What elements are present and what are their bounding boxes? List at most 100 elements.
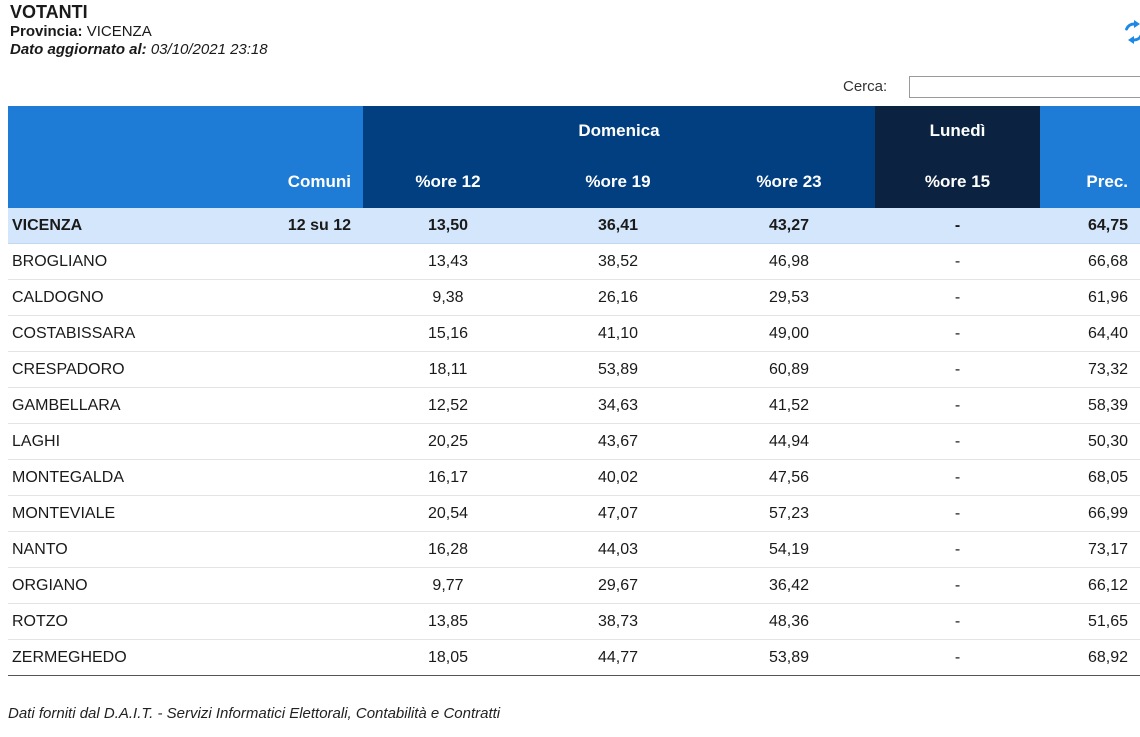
group-header-lunedi: Lunedì [875,106,1041,156]
province-label: Provincia: [10,23,83,40]
cell-name: CALDOGNO [8,279,233,316]
cell-ore19: 43,67 [533,423,703,460]
cell-ore23: 29,53 [703,279,876,316]
cell-ore12: 20,25 [363,423,533,460]
cell-ore15: - [875,315,1041,352]
cell-ore19: 47,07 [533,495,703,532]
cell-comuni [233,351,363,388]
cell-ore12: 16,17 [363,459,533,496]
cell-name: ROTZO [8,603,233,640]
col-header-ore15[interactable]: %ore 15 [875,156,1041,208]
cell-name: ORGIANO [8,567,233,604]
col-header-name[interactable] [8,156,233,208]
cell-comuni [233,639,363,676]
cell-prec: 66,68 [1040,243,1140,280]
voters-table: Domenica Lunedì Comuni %ore 12 %ore 19 %… [8,106,1140,676]
cell-ore19: 40,02 [533,459,703,496]
cell-ore23: 43,27 [703,208,876,244]
province-value: VICENZA [82,23,152,40]
table-row: COSTABISSARA 15,16 41,10 49,00-64,40 [8,315,1140,352]
cell-ore19: 53,89 [533,351,703,388]
table-row: CRESPADORO 18,11 53,89 60,89-73,32 [8,351,1140,388]
col-header-comuni[interactable]: Comuni [233,156,363,208]
table-row: NANTO 16,28 44,03 54,19-73,17 [8,531,1140,568]
group-header-row: Domenica Lunedì [8,106,1140,156]
search-bar: Cerca: [843,76,1140,98]
cell-ore15: - [875,531,1041,568]
cell-comuni [233,279,363,316]
col-header-ore23[interactable]: %ore 23 [703,156,876,208]
footer-note: Dati forniti dal D.A.I.T. - Servizi Info… [8,705,501,722]
table-row: MONTEGALDA 16,17 40,02 47,56-68,05 [8,459,1140,496]
page-header: VOTANTI Provincia: VICENZA Dato aggiorna… [10,2,268,59]
cell-prec: 66,99 [1040,495,1140,532]
cell-ore12: 13,85 [363,603,533,640]
cell-ore23: 36,42 [703,567,876,604]
cell-name: NANTO [8,531,233,568]
cell-name: CRESPADORO [8,351,233,388]
cell-ore19: 44,77 [533,639,703,676]
cell-ore12: 13,43 [363,243,533,280]
table-row: LAGHI 20,25 43,67 44,94-50,30 [8,423,1140,460]
cell-ore19: 36,41 [533,208,703,244]
cell-ore23: 41,52 [703,387,876,424]
cell-prec: 68,05 [1040,459,1140,496]
cell-ore19: 44,03 [533,531,703,568]
cell-ore23: 47,56 [703,459,876,496]
col-header-ore12[interactable]: %ore 12 [363,156,533,208]
cell-comuni [233,315,363,352]
table-row: CALDOGNO 9,38 26,16 29,53-61,96 [8,279,1140,316]
cell-ore15: - [875,459,1041,496]
table-row: GAMBELLARA 12,52 34,63 41,52-58,39 [8,387,1140,424]
search-label: Cerca: [843,78,888,95]
cell-ore12: 15,16 [363,315,533,352]
cell-ore19: 41,10 [533,315,703,352]
cell-ore23: 48,36 [703,603,876,640]
update-value: 03/10/2021 23:18 [146,41,268,58]
cell-ore15: - [875,495,1041,532]
table-row: ZERMEGHEDO 18,05 44,77 53,89-68,92 [8,639,1140,676]
cell-prec: 50,30 [1040,423,1140,460]
search-input[interactable] [909,76,1140,98]
refresh-icon[interactable] [1122,20,1140,44]
cell-prec: 64,40 [1040,315,1140,352]
table-row: BROGLIANO 13,43 38,52 46,98-66,68 [8,243,1140,280]
cell-ore12: 20,54 [363,495,533,532]
cell-ore15: - [875,639,1041,676]
cell-ore12: 18,11 [363,351,533,388]
cell-prec: 61,96 [1040,279,1140,316]
cell-ore15: - [875,243,1041,280]
table-row: ROTZO 13,85 38,73 48,36-51,65 [8,603,1140,640]
cell-prec: 73,32 [1040,351,1140,388]
cell-ore23: 54,19 [703,531,876,568]
cell-comuni [233,603,363,640]
cell-ore15: - [875,387,1041,424]
cell-prec: 64,75 [1040,208,1140,244]
cell-prec: 51,65 [1040,603,1140,640]
cell-ore19: 29,67 [533,567,703,604]
update-label: Dato aggiornato al: [10,41,147,58]
cell-comuni [233,531,363,568]
cell-ore15: - [875,351,1041,388]
cell-name: ZERMEGHEDO [8,639,233,676]
cell-ore15: - [875,208,1041,244]
cell-comuni [233,243,363,280]
cell-prec: 66,12 [1040,567,1140,604]
cell-ore23: 57,23 [703,495,876,532]
cell-ore15: - [875,603,1041,640]
cell-ore12: 12,52 [363,387,533,424]
cell-ore23: 60,89 [703,351,876,388]
col-header-ore19[interactable]: %ore 19 [533,156,703,208]
cell-name: VICENZA [8,208,233,244]
cell-prec: 68,92 [1040,639,1140,676]
cell-name: MONTEVIALE [8,495,233,532]
cell-comuni: 12 su 12 [233,208,363,244]
cell-ore19: 26,16 [533,279,703,316]
cell-prec: 58,39 [1040,387,1140,424]
cell-ore12: 13,50 [363,208,533,244]
cell-comuni [233,423,363,460]
group-header-prec-empty [1040,106,1140,156]
cell-ore15: - [875,423,1041,460]
col-header-prec[interactable]: Prec. [1040,156,1140,208]
page-title: VOTANTI [10,2,88,22]
